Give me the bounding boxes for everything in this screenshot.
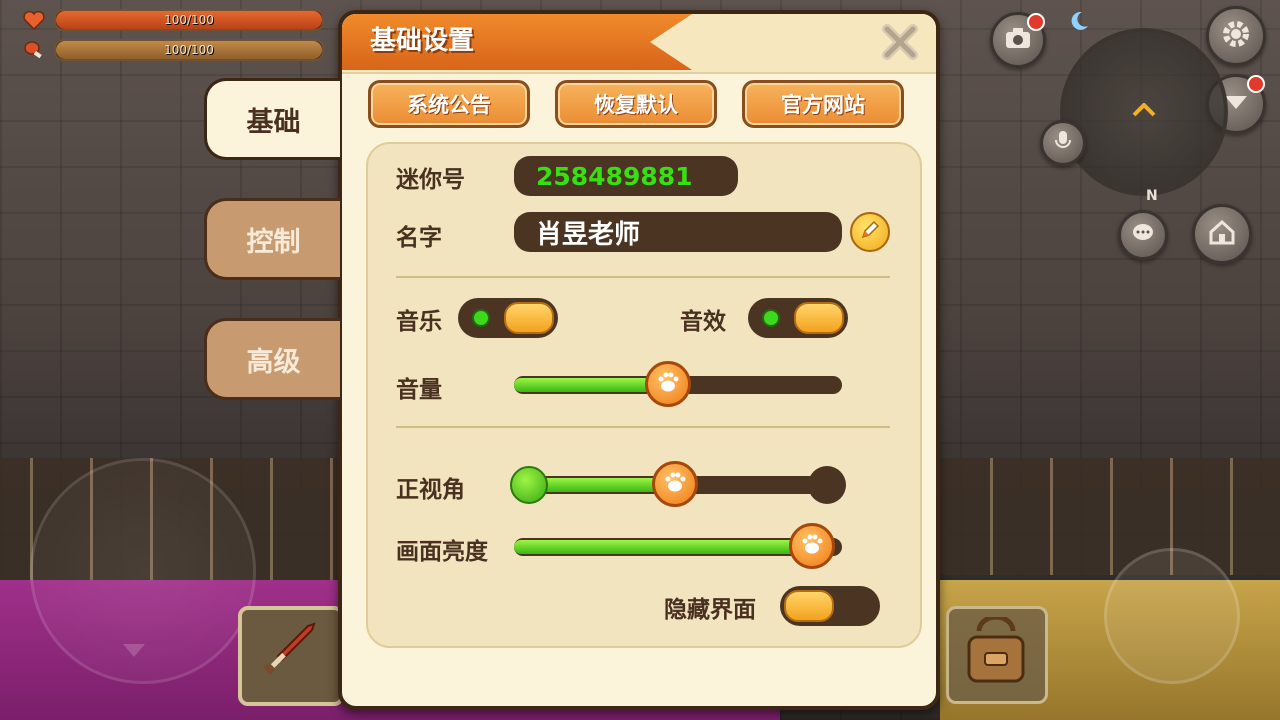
close-icon: [879, 21, 921, 67]
music-label: 音乐: [396, 309, 442, 335]
hide-ui-toggle[interactable]: [780, 586, 880, 626]
brightness-slider[interactable]: [514, 523, 842, 569]
mini-id-value: 258489881: [514, 156, 738, 196]
name-field[interactable]: 肖昱老师: [514, 212, 842, 252]
volume-label: 音量: [396, 377, 442, 403]
paw-icon: [663, 471, 687, 497]
slider-thumb[interactable]: [645, 361, 692, 407]
restore-default-button[interactable]: 恢复默认: [555, 80, 717, 128]
sfx-label: 音效: [680, 309, 726, 335]
drumstick-icon: [22, 40, 46, 60]
health-text: 100/100: [164, 13, 214, 27]
player-marker-icon: [1132, 102, 1156, 121]
brightness-label: 画面亮度: [396, 539, 488, 565]
backpack-icon: [963, 614, 1029, 691]
tab-basic[interactable]: 基础: [204, 78, 340, 160]
slider-start-cap: [510, 466, 548, 504]
toggle-knob: [504, 302, 554, 334]
toggle-on-indicator: [472, 309, 490, 327]
pencil-icon: [859, 219, 881, 245]
sword-icon: [258, 620, 318, 684]
jump-button[interactable]: [1104, 548, 1240, 684]
hunger-text: 100/100: [164, 43, 214, 57]
camera-button[interactable]: [990, 12, 1046, 68]
hunger-row: 100/100: [22, 39, 324, 61]
fov-label: 正视角: [396, 477, 465, 503]
minimap[interactable]: N: [1060, 28, 1228, 204]
hide-ui-label: 隐藏界面: [664, 597, 756, 623]
heart-icon: [22, 10, 46, 30]
health-row: 100/100: [22, 9, 324, 31]
slider-fill: [514, 540, 813, 554]
paw-icon: [656, 371, 680, 397]
hotbar-slot[interactable]: [238, 606, 344, 706]
mini-id-label: 迷你号: [396, 167, 465, 193]
name-label: 名字: [396, 225, 442, 251]
slider-end-cap: [808, 466, 846, 504]
camera-icon: [1004, 26, 1032, 54]
toggle-knob: [784, 590, 834, 622]
music-toggle[interactable]: [458, 298, 558, 338]
voice-button[interactable]: [1040, 120, 1086, 166]
paw-icon: [800, 533, 824, 559]
compass-north-label: N: [1146, 188, 1158, 204]
divider: [396, 426, 890, 428]
volume-slider[interactable]: [514, 361, 842, 407]
tab-advanced[interactable]: 高级: [204, 318, 340, 400]
announcement-button[interactable]: 系统公告: [368, 80, 530, 128]
settings-content: 迷你号 258489881 名字 肖昱老师 音乐 音效 音量 正视角 画面亮度 …: [366, 142, 922, 648]
toggle-knob: [794, 302, 844, 334]
panel-title: 基础设置: [370, 26, 475, 56]
gear-icon: [1220, 18, 1252, 54]
tab-basic-label: 基础: [246, 106, 301, 138]
notification-dot: [1027, 13, 1045, 31]
backpack-button[interactable]: [946, 606, 1048, 704]
chat-button[interactable]: [1118, 210, 1168, 260]
movement-joystick[interactable]: [30, 458, 256, 684]
microphone-icon: [1054, 130, 1072, 156]
chevron-down-icon: [121, 641, 147, 663]
tab-control[interactable]: 控制: [204, 198, 340, 280]
toggle-on-indicator: [762, 309, 780, 327]
tab-advanced-label: 高级: [246, 346, 301, 378]
home-icon: [1208, 219, 1236, 249]
chat-icon: [1131, 222, 1155, 248]
moon-icon: [1068, 10, 1090, 36]
settings-panel: 基础设置 基础 控制 高级 系统公告 恢复默认 官方网站 迷你号 2584898…: [204, 10, 940, 710]
hunger-bar: 100/100: [54, 39, 324, 61]
health-bar: 100/100: [54, 9, 324, 31]
sfx-toggle[interactable]: [748, 298, 848, 338]
divider: [396, 276, 890, 278]
tab-control-label: 控制: [246, 226, 301, 258]
close-button[interactable]: [878, 22, 922, 66]
slider-thumb[interactable]: [651, 461, 698, 507]
edit-name-button[interactable]: [850, 212, 890, 252]
settings-button[interactable]: [1206, 6, 1266, 66]
fov-slider[interactable]: [510, 461, 846, 507]
notification-dot: [1247, 75, 1265, 93]
official-site-button[interactable]: 官方网站: [742, 80, 904, 128]
home-button[interactable]: [1192, 204, 1252, 264]
slider-thumb[interactable]: [789, 523, 836, 569]
